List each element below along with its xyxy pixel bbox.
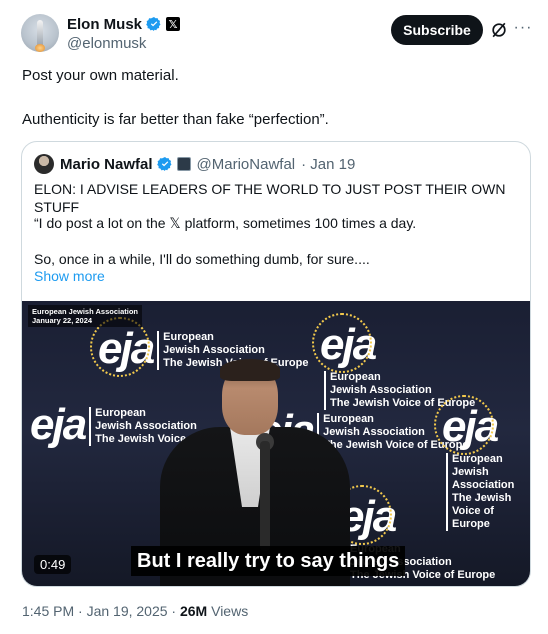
show-more-link[interactable]: Show more xyxy=(34,268,105,284)
author-block: Elon Musk 𝕏 @elonmusk xyxy=(67,15,181,52)
quoted-post[interactable]: Mario Nawfal @MarioNawfal · Jan 19 ELON:… xyxy=(21,141,531,587)
video-caption: But I really try to say things xyxy=(131,546,406,576)
video-player[interactable]: eja European Jewish Association The Jewish … xyxy=(22,301,530,586)
author-avatar[interactable] xyxy=(21,14,59,52)
eja-logo: ejaEuropeanJewish AssociationThe Jewish … xyxy=(312,313,530,410)
author-name[interactable]: Elon Musk xyxy=(67,16,142,33)
views-label: Views xyxy=(207,603,249,619)
rocket-image xyxy=(37,20,43,46)
quote-header: Mario Nawfal @MarioNawfal · Jan 19 xyxy=(34,154,355,174)
stars-ring xyxy=(434,395,494,455)
quote-text-line-1: ELON: I ADVISE LEADERS OF THE WORLD TO J… xyxy=(34,181,506,215)
microphone-stand xyxy=(260,441,270,551)
author-handle[interactable]: @elonmusk xyxy=(67,35,180,52)
quote-author-avatar[interactable] xyxy=(34,154,54,174)
post-timestamp[interactable]: 1:45 PM · Jan 19, 2025 · xyxy=(22,603,180,619)
quote-author-handle[interactable]: @MarioNawfal xyxy=(197,156,296,173)
quote-text-line-2: “I do post a lot on the 𝕏 platform, some… xyxy=(34,215,417,231)
quote-text-line-3: So, once in a while, I'll do something d… xyxy=(34,251,370,267)
verified-badge-icon xyxy=(146,17,161,31)
more-options-icon[interactable]: ··· xyxy=(512,17,534,39)
video-watermark: European Jewish Association January 22, … xyxy=(28,305,142,327)
x-org-badge-icon: 𝕏 xyxy=(166,17,181,31)
rocket-flame xyxy=(35,44,45,52)
grok-icon[interactable] xyxy=(489,20,509,40)
post-meta: 1:45 PM · Jan 19, 2025 · 26M Views xyxy=(22,603,248,619)
video-duration-badge: 0:49 xyxy=(34,555,72,574)
verified-badge-icon xyxy=(156,157,171,171)
post-text-line-1: Post your own material. xyxy=(22,67,179,84)
post-text-line-2: Authenticity is far better than fake “pe… xyxy=(22,111,329,128)
subscribe-button[interactable]: Subscribe xyxy=(391,15,483,45)
views-count: 26M xyxy=(179,603,208,619)
affiliate-badge-icon xyxy=(176,157,191,171)
quote-date[interactable]: · Jan 19 xyxy=(301,156,355,173)
quote-author-name[interactable]: Mario Nawfal xyxy=(60,156,153,173)
